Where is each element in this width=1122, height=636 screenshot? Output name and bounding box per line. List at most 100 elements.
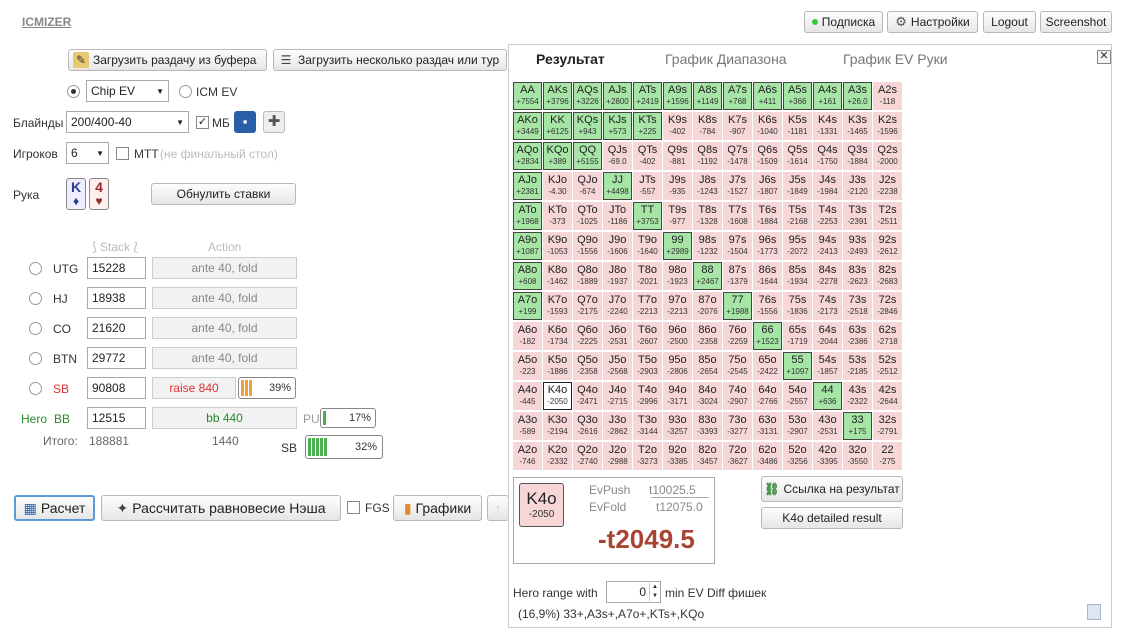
- seat-radio[interactable]: [29, 262, 42, 275]
- hand-cell[interactable]: 97o -2213: [663, 292, 692, 320]
- hand-cell[interactable]: 98s -1232: [693, 232, 722, 260]
- hand-cell[interactable]: Q9s -881: [663, 142, 692, 170]
- hand-cell[interactable]: 72o -3627: [723, 442, 752, 470]
- subscription-button[interactable]: Подписка: [804, 11, 883, 33]
- hand-cell[interactable]: 33 +175: [843, 412, 872, 440]
- hand-cell[interactable]: 83s -2623: [843, 262, 872, 290]
- seat-action-field[interactable]: ante 40, fold: [152, 317, 297, 339]
- document-icon[interactable]: [1087, 604, 1101, 620]
- hand-cell[interactable]: TT +3753: [633, 202, 662, 230]
- hand-cell[interactable]: 64o -2766: [753, 382, 782, 410]
- hand-cell[interactable]: 93o -3257: [663, 412, 692, 440]
- hand-cell[interactable]: AKs +3796: [543, 82, 572, 110]
- hand-cell[interactable]: 54s -1857: [813, 352, 842, 380]
- hand-cell[interactable]: 97s -1504: [723, 232, 752, 260]
- hand-cell[interactable]: Q3o -2616: [573, 412, 602, 440]
- hand-cell[interactable]: K5s -1181: [783, 112, 812, 140]
- hand-cell[interactable]: 77 +1988: [723, 292, 752, 320]
- hand-cell[interactable]: 84o -3024: [693, 382, 722, 410]
- hand-cell[interactable]: Q4o -2471: [573, 382, 602, 410]
- hand-cell[interactable]: J6s -1807: [753, 172, 782, 200]
- hand-cell[interactable]: 74s -2173: [813, 292, 842, 320]
- hand-cell[interactable]: 42o -3395: [813, 442, 842, 470]
- hand-cell[interactable]: K3s -1465: [843, 112, 872, 140]
- load-from-clipboard-button[interactable]: ✎ Загрузить раздачу из буфера: [68, 49, 267, 71]
- hand-cell[interactable]: 76s -1556: [753, 292, 782, 320]
- nash-button[interactable]: ✦ Рассчитать равновесие Нэша: [101, 495, 341, 521]
- blinds-select[interactable]: 200/400-40 ▼: [66, 111, 189, 133]
- hand-cell[interactable]: KTo -373: [543, 202, 572, 230]
- app-logo[interactable]: ICMIZER: [22, 15, 71, 29]
- seat-radio[interactable]: [29, 322, 42, 335]
- hand-cell[interactable]: T6o -2607: [633, 322, 662, 350]
- hand-cell[interactable]: Q6o -2225: [573, 322, 602, 350]
- hand-cell[interactable]: 98o -1923: [663, 262, 692, 290]
- hand-cell[interactable]: Q8s -1192: [693, 142, 722, 170]
- hand-cell[interactable]: Q5s -1614: [783, 142, 812, 170]
- seat-stack-input[interactable]: 29772: [87, 347, 146, 369]
- hand-cell[interactable]: T3s -2391: [843, 202, 872, 230]
- hand-cell[interactable]: 75o -2545: [723, 352, 752, 380]
- hand-cell[interactable]: Q7s -1478: [723, 142, 752, 170]
- hand-cell[interactable]: 65o -2422: [753, 352, 782, 380]
- hand-cell[interactable]: KTs +225: [633, 112, 662, 140]
- hand-cell[interactable]: Q6s -1509: [753, 142, 782, 170]
- hand-cell[interactable]: J8s -1243: [693, 172, 722, 200]
- hand-cell[interactable]: 65s -1719: [783, 322, 812, 350]
- hand-cell[interactable]: 85s -1934: [783, 262, 812, 290]
- hand-cell[interactable]: 87o -2076: [693, 292, 722, 320]
- hand-cell[interactable]: T7s -1608: [723, 202, 752, 230]
- hand-cell[interactable]: J5s -1849: [783, 172, 812, 200]
- hand-cell[interactable]: A2o -746: [513, 442, 542, 470]
- hand-cell[interactable]: A4s +161: [813, 82, 842, 110]
- hand-cell[interactable]: JTs -557: [633, 172, 662, 200]
- hand-cell[interactable]: AQs +3226: [573, 82, 602, 110]
- icm-ev-radio[interactable]: [179, 85, 192, 98]
- hand-cell[interactable]: QQ +5155: [573, 142, 602, 170]
- hand-cell[interactable]: J7o -2240: [603, 292, 632, 320]
- seat-radio[interactable]: [29, 292, 42, 305]
- hand-cell[interactable]: 32s -2791: [873, 412, 902, 440]
- hand-cell[interactable]: 94o -3171: [663, 382, 692, 410]
- tab-ev-chart[interactable]: График EV Руки: [843, 51, 948, 67]
- hand-cell[interactable]: T3o -3144: [633, 412, 662, 440]
- hand-cell[interactable]: J2s -2238: [873, 172, 902, 200]
- hand-cell[interactable]: QTo -1025: [573, 202, 602, 230]
- hand-cell[interactable]: J9s -935: [663, 172, 692, 200]
- hand-cell[interactable]: Q7o -2175: [573, 292, 602, 320]
- hand-cell[interactable]: K5o -1886: [543, 352, 572, 380]
- hand-cell[interactable]: K4o -2050: [543, 382, 572, 410]
- seat-radio[interactable]: [29, 352, 42, 365]
- add-icon[interactable]: ✚: [263, 111, 285, 133]
- hand-cell[interactable]: 94s -2413: [813, 232, 842, 260]
- hand-cell[interactable]: 66 +1523: [753, 322, 782, 350]
- hand-cell[interactable]: Q5o -2358: [573, 352, 602, 380]
- seat-stack-input[interactable]: 90808: [87, 377, 146, 399]
- hand-cell[interactable]: K7s -907: [723, 112, 752, 140]
- hero-stack-input[interactable]: 12515: [87, 407, 146, 429]
- hand-cell[interactable]: T6s -1884: [753, 202, 782, 230]
- hand-cell[interactable]: 87s -1379: [723, 262, 752, 290]
- hand-cell[interactable]: 93s -2493: [843, 232, 872, 260]
- hand-cell[interactable]: 43s -2322: [843, 382, 872, 410]
- hand-cell[interactable]: K8s -784: [693, 112, 722, 140]
- hand-cell[interactable]: T8s -1328: [693, 202, 722, 230]
- hand-cell[interactable]: KK +6125: [543, 112, 572, 140]
- hand-cell[interactable]: A7o +199: [513, 292, 542, 320]
- hand-cell[interactable]: 52o -3256: [783, 442, 812, 470]
- calculate-button[interactable]: ▦ Расчет: [14, 495, 95, 521]
- save-icon[interactable]: ▪: [234, 111, 256, 133]
- hand-cell[interactable]: J3o -2862: [603, 412, 632, 440]
- seat-action-field[interactable]: ante 40, fold: [152, 347, 297, 369]
- card-four-hearts[interactable]: 4 ♥: [89, 178, 109, 210]
- fgs-checkbox[interactable]: [347, 501, 360, 514]
- hand-cell[interactable]: 64s -2044: [813, 322, 842, 350]
- hand-cell[interactable]: AJs +2800: [603, 82, 632, 110]
- hand-cell[interactable]: 32o -3550: [843, 442, 872, 470]
- hand-cell[interactable]: K9s -402: [663, 112, 692, 140]
- hand-cell[interactable]: J7s -1527: [723, 172, 752, 200]
- hand-cell[interactable]: Q8o -1889: [573, 262, 602, 290]
- hand-cell[interactable]: T5s -2168: [783, 202, 812, 230]
- hand-cell[interactable]: 63s -2386: [843, 322, 872, 350]
- hand-cell[interactable]: 72s -2846: [873, 292, 902, 320]
